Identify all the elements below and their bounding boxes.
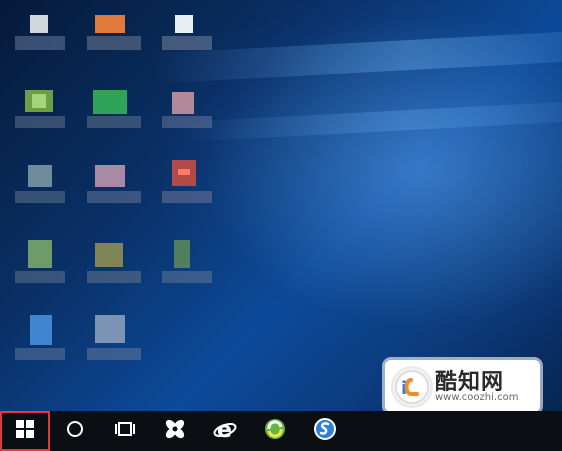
windows-logo-icon — [16, 420, 34, 442]
icon-label-blur — [87, 116, 141, 128]
desktop-icon[interactable] — [160, 80, 220, 140]
pinwheel-app-button[interactable] — [150, 411, 200, 451]
desktop-icon[interactable] — [160, 235, 220, 295]
desktop-icon[interactable] — [85, 80, 145, 140]
icon-label-blur — [87, 271, 141, 283]
desktop-icon[interactable] — [160, 10, 220, 70]
icon-image — [95, 243, 123, 267]
desktop-icon[interactable] — [10, 155, 70, 215]
coozhi-logo-icon: i — [391, 366, 433, 408]
icon-label-blur — [162, 116, 212, 128]
icon-image — [175, 15, 193, 33]
wallpaper-light-beam-2 — [169, 97, 562, 143]
icon-image — [172, 92, 194, 114]
desktop-icon[interactable] — [10, 235, 70, 295]
desktop-icon[interactable] — [85, 310, 145, 370]
desktop-icon[interactable] — [160, 155, 220, 215]
coozhi-watermark: i 酷知网 www.coozhi.com — [385, 360, 540, 412]
icon-image — [93, 90, 127, 114]
desktop — [0, 0, 562, 411]
cortana-button[interactable] — [50, 411, 100, 451]
icon-label-blur — [87, 191, 141, 203]
desktop-icon[interactable] — [85, 155, 145, 215]
icon-label-blur — [162, 271, 212, 283]
icon-label-blur — [162, 191, 212, 203]
icon-label-blur — [15, 348, 65, 360]
desktop-icon[interactable] — [85, 235, 145, 295]
icon-image — [95, 15, 125, 33]
cortana-circle-icon — [66, 420, 84, 442]
icon-image — [95, 165, 125, 187]
icon-image — [174, 240, 190, 268]
svg-text:e: e — [217, 418, 232, 441]
icon-label-blur — [87, 36, 141, 50]
taskbar: e — [0, 411, 562, 451]
desktop-icon[interactable] — [85, 10, 145, 70]
icon-image — [95, 315, 125, 343]
icon-image-highlight — [178, 169, 190, 175]
desktop-icon[interactable] — [10, 10, 70, 70]
browser-360-button[interactable] — [250, 411, 300, 451]
icon-image — [28, 165, 52, 187]
icon-label-blur — [87, 348, 141, 360]
icon-image-highlight — [32, 94, 46, 108]
internet-explorer-button[interactable]: e — [200, 411, 250, 451]
blue-s-icon — [313, 417, 337, 445]
watermark-url: www.coozhi.com — [435, 392, 519, 403]
icon-label-blur — [15, 271, 65, 283]
pinwheel-icon — [163, 417, 187, 445]
internet-explorer-icon: e — [213, 417, 237, 445]
green-browser-icon — [263, 417, 287, 445]
task-view-button[interactable] — [100, 411, 150, 451]
task-view-icon — [115, 420, 135, 442]
icon-image — [30, 15, 48, 33]
icon-label-blur — [15, 191, 65, 203]
desktop-icon[interactable] — [10, 310, 70, 370]
icon-image — [30, 315, 52, 345]
desktop-icon[interactable] — [10, 80, 70, 140]
icon-label-blur — [162, 36, 212, 50]
sogou-browser-button[interactable] — [300, 411, 350, 451]
icon-label-blur — [15, 36, 65, 50]
icon-image — [28, 240, 52, 268]
icon-label-blur — [15, 116, 65, 128]
start-button[interactable] — [0, 411, 50, 451]
